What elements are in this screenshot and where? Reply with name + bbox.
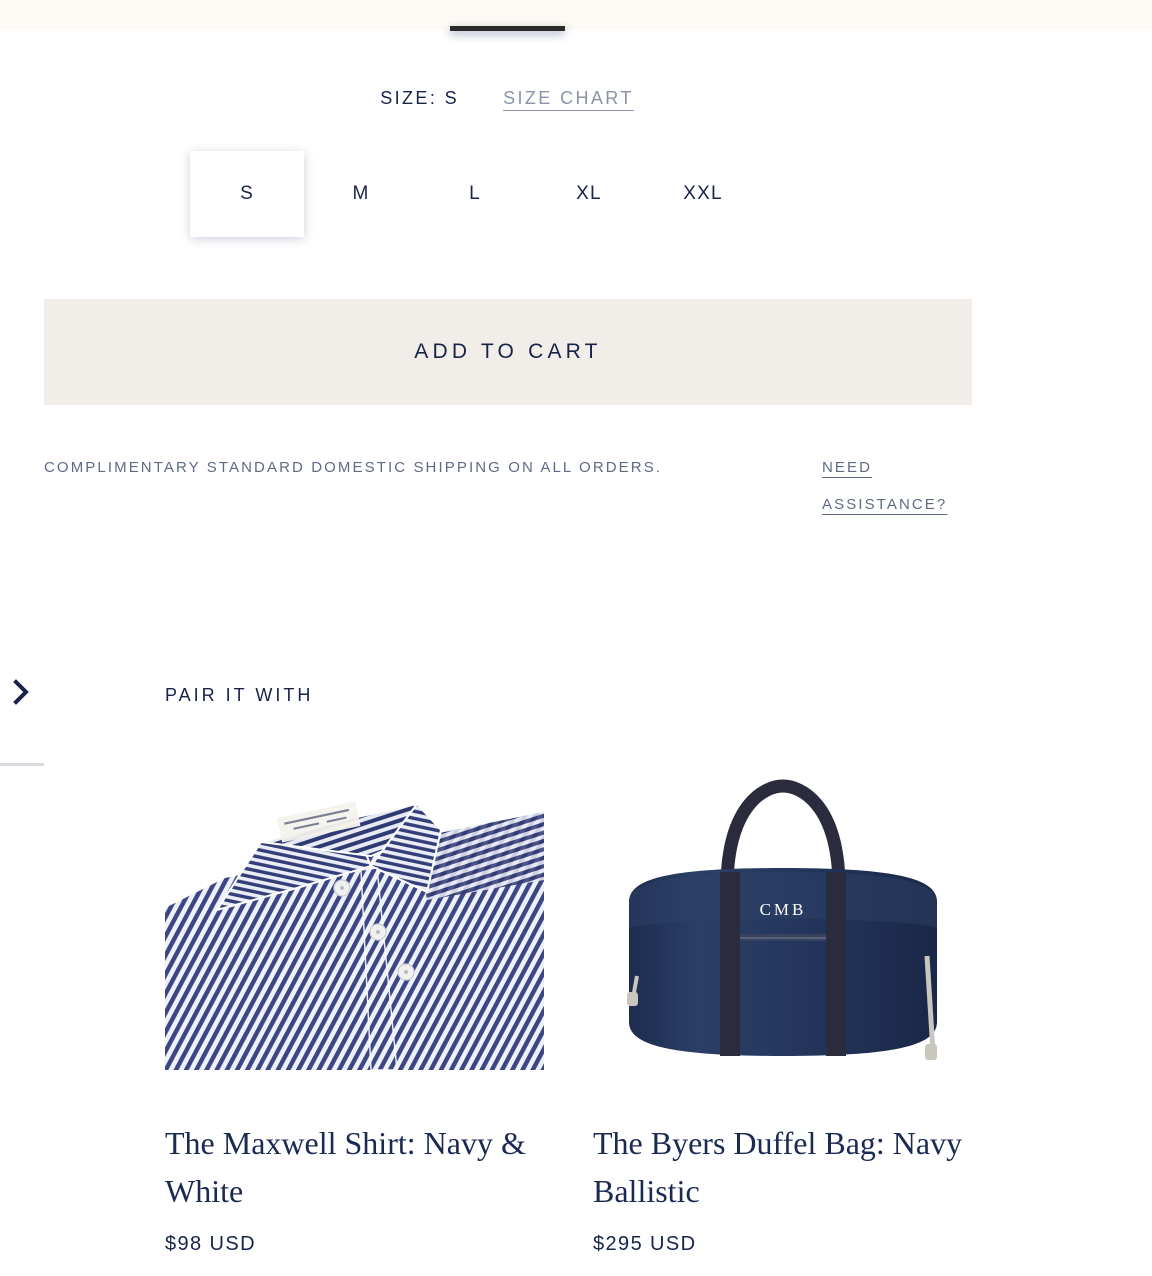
product-card-maxwell-shirt: The Maxwell Shirt: Navy & White $98 USD [165, 760, 544, 1256]
need-assistance-link[interactable]: NEED ASSISTANCE? [822, 449, 972, 523]
product-card-byers-duffel: CMB The Byers Duffel Bag: Navy Ballistic… [593, 760, 972, 1256]
size-option-xxl[interactable]: XXL [646, 151, 760, 237]
product-title[interactable]: The Byers Duffel Bag: Navy Ballistic [593, 1119, 972, 1215]
striped-dress-shirt-image[interactable] [165, 760, 544, 1070]
carousel-progress-indicator[interactable] [450, 26, 565, 31]
top-strip [0, 0, 1152, 30]
pair-it-with-heading: PAIR IT WITH [165, 685, 314, 705]
svg-text:CMB: CMB [760, 900, 807, 919]
product-title[interactable]: The Maxwell Shirt: Navy & White [165, 1119, 544, 1215]
add-to-cart-button[interactable]: ADD TO CART [44, 299, 972, 405]
edge-divider [0, 763, 44, 766]
shipping-note: COMPLIMENTARY STANDARD DOMESTIC SHIPPING… [44, 459, 663, 476]
product-price: $98 USD [165, 1233, 256, 1255]
product-price: $295 USD [593, 1233, 697, 1255]
size-chart-link[interactable]: SIZE CHART [503, 88, 634, 109]
size-options: S M L XL XXL [190, 151, 760, 237]
size-option-l[interactable]: L [418, 151, 532, 237]
info-row: COMPLIMENTARY STANDARD DOMESTIC SHIPPING… [44, 449, 972, 523]
size-option-m[interactable]: M [304, 151, 418, 237]
chevron-right-icon[interactable] [8, 678, 36, 706]
navy-duffel-bag-image[interactable]: CMB [593, 760, 972, 1070]
size-header: SIZE: S SIZE CHART [0, 88, 1014, 109]
size-label: SIZE: S [380, 88, 460, 108]
recommended-products: The Maxwell Shirt: Navy & White $98 USD [165, 760, 972, 1256]
product-page: SIZE: S SIZE CHART S M L XL XXL ADD TO C… [0, 0, 1152, 1276]
size-option-s[interactable]: S [190, 151, 304, 237]
size-option-xl[interactable]: XL [532, 151, 646, 237]
